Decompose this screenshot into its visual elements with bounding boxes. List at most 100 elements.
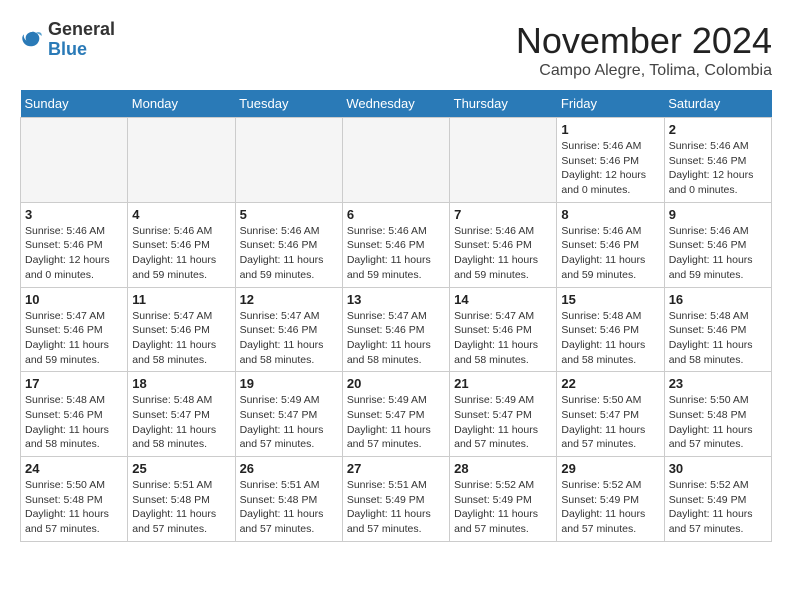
day-number: 9 bbox=[669, 207, 767, 222]
day-info: Sunrise: 5:48 AM Sunset: 5:46 PM Dayligh… bbox=[561, 309, 659, 368]
day-number: 26 bbox=[240, 461, 338, 476]
week-row-2: 3 Sunrise: 5:46 AM Sunset: 5:46 PM Daylig… bbox=[21, 202, 772, 287]
location-subtitle: Campo Alegre, Tolima, Colombia bbox=[516, 62, 772, 80]
day-info: Sunrise: 5:49 AM Sunset: 5:47 PM Dayligh… bbox=[454, 393, 552, 452]
day-info: Sunrise: 5:46 AM Sunset: 5:46 PM Dayligh… bbox=[669, 139, 767, 198]
calendar-cell: 1 Sunrise: 5:46 AM Sunset: 5:46 PM Daylig… bbox=[557, 118, 664, 203]
day-number: 7 bbox=[454, 207, 552, 222]
week-row-4: 17 Sunrise: 5:48 AM Sunset: 5:46 PM Dayli… bbox=[21, 372, 772, 457]
month-title: November 2024 bbox=[516, 20, 772, 62]
day-info: Sunrise: 5:46 AM Sunset: 5:46 PM Dayligh… bbox=[240, 224, 338, 283]
calendar-cell bbox=[235, 118, 342, 203]
calendar-cell: 3 Sunrise: 5:46 AM Sunset: 5:46 PM Daylig… bbox=[21, 202, 128, 287]
day-info: Sunrise: 5:46 AM Sunset: 5:46 PM Dayligh… bbox=[669, 224, 767, 283]
day-number: 24 bbox=[25, 461, 123, 476]
weekday-header-wednesday: Wednesday bbox=[342, 90, 449, 118]
day-info: Sunrise: 5:48 AM Sunset: 5:46 PM Dayligh… bbox=[25, 393, 123, 452]
day-info: Sunrise: 5:46 AM Sunset: 5:46 PM Dayligh… bbox=[25, 224, 123, 283]
day-number: 1 bbox=[561, 122, 659, 137]
weekday-header-saturday: Saturday bbox=[664, 90, 771, 118]
logo: General Blue bbox=[20, 20, 115, 60]
day-number: 30 bbox=[669, 461, 767, 476]
day-number: 6 bbox=[347, 207, 445, 222]
day-info: Sunrise: 5:47 AM Sunset: 5:46 PM Dayligh… bbox=[454, 309, 552, 368]
day-info: Sunrise: 5:46 AM Sunset: 5:46 PM Dayligh… bbox=[347, 224, 445, 283]
day-number: 4 bbox=[132, 207, 230, 222]
day-number: 14 bbox=[454, 292, 552, 307]
calendar-cell: 21 Sunrise: 5:49 AM Sunset: 5:47 PM Dayli… bbox=[450, 372, 557, 457]
day-info: Sunrise: 5:52 AM Sunset: 5:49 PM Dayligh… bbox=[454, 478, 552, 537]
calendar-cell: 4 Sunrise: 5:46 AM Sunset: 5:46 PM Daylig… bbox=[128, 202, 235, 287]
calendar-cell: 7 Sunrise: 5:46 AM Sunset: 5:46 PM Daylig… bbox=[450, 202, 557, 287]
week-row-5: 24 Sunrise: 5:50 AM Sunset: 5:48 PM Dayli… bbox=[21, 457, 772, 542]
calendar-cell bbox=[450, 118, 557, 203]
calendar-table: SundayMondayTuesdayWednesdayThursdayFrid… bbox=[20, 90, 772, 542]
day-number: 25 bbox=[132, 461, 230, 476]
day-number: 21 bbox=[454, 376, 552, 391]
day-number: 2 bbox=[669, 122, 767, 137]
calendar-cell bbox=[342, 118, 449, 203]
calendar-cell: 2 Sunrise: 5:46 AM Sunset: 5:46 PM Daylig… bbox=[664, 118, 771, 203]
calendar-cell: 28 Sunrise: 5:52 AM Sunset: 5:49 PM Dayli… bbox=[450, 457, 557, 542]
day-info: Sunrise: 5:46 AM Sunset: 5:46 PM Dayligh… bbox=[561, 139, 659, 198]
logo-general: General bbox=[48, 20, 115, 40]
calendar-cell: 5 Sunrise: 5:46 AM Sunset: 5:46 PM Daylig… bbox=[235, 202, 342, 287]
calendar-cell: 26 Sunrise: 5:51 AM Sunset: 5:48 PM Dayli… bbox=[235, 457, 342, 542]
day-info: Sunrise: 5:51 AM Sunset: 5:48 PM Dayligh… bbox=[132, 478, 230, 537]
day-number: 18 bbox=[132, 376, 230, 391]
day-info: Sunrise: 5:50 AM Sunset: 5:48 PM Dayligh… bbox=[25, 478, 123, 537]
day-number: 3 bbox=[25, 207, 123, 222]
calendar-cell: 29Sunrise: 5:52 AM Sunset: 5:49 PM Dayli… bbox=[557, 457, 664, 542]
weekday-header-thursday: Thursday bbox=[450, 90, 557, 118]
weekday-header-monday: Monday bbox=[128, 90, 235, 118]
day-number: 5 bbox=[240, 207, 338, 222]
day-info: Sunrise: 5:51 AM Sunset: 5:49 PM Dayligh… bbox=[347, 478, 445, 537]
day-number: 22 bbox=[561, 376, 659, 391]
calendar-cell: 10Sunrise: 5:47 AM Sunset: 5:46 PM Dayli… bbox=[21, 287, 128, 372]
calendar-cell: 17 Sunrise: 5:48 AM Sunset: 5:46 PM Dayli… bbox=[21, 372, 128, 457]
title-section: November 2024 Campo Alegre, Tolima, Colo… bbox=[516, 20, 772, 80]
day-info: Sunrise: 5:48 AM Sunset: 5:46 PM Dayligh… bbox=[669, 309, 767, 368]
day-number: 17 bbox=[25, 376, 123, 391]
day-info: Sunrise: 5:49 AM Sunset: 5:47 PM Dayligh… bbox=[240, 393, 338, 452]
day-info: Sunrise: 5:51 AM Sunset: 5:48 PM Dayligh… bbox=[240, 478, 338, 537]
day-number: 16 bbox=[669, 292, 767, 307]
calendar-cell: 11Sunrise: 5:47 AM Sunset: 5:46 PM Dayli… bbox=[128, 287, 235, 372]
day-info: Sunrise: 5:46 AM Sunset: 5:46 PM Dayligh… bbox=[132, 224, 230, 283]
day-info: Sunrise: 5:46 AM Sunset: 5:46 PM Dayligh… bbox=[454, 224, 552, 283]
logo-text: General Blue bbox=[48, 20, 115, 60]
day-info: Sunrise: 5:52 AM Sunset: 5:49 PM Dayligh… bbox=[561, 478, 659, 537]
day-number: 13 bbox=[347, 292, 445, 307]
logo-blue: Blue bbox=[48, 40, 115, 60]
weekday-header-friday: Friday bbox=[557, 90, 664, 118]
weekday-header-tuesday: Tuesday bbox=[235, 90, 342, 118]
day-info: Sunrise: 5:47 AM Sunset: 5:46 PM Dayligh… bbox=[240, 309, 338, 368]
day-info: Sunrise: 5:50 AM Sunset: 5:48 PM Dayligh… bbox=[669, 393, 767, 452]
header: General Blue November 2024 Campo Alegre,… bbox=[20, 20, 772, 80]
calendar-cell: 30 Sunrise: 5:52 AM Sunset: 5:49 PM Dayli… bbox=[664, 457, 771, 542]
day-number: 11 bbox=[132, 292, 230, 307]
calendar-cell: 16 Sunrise: 5:48 AM Sunset: 5:46 PM Dayli… bbox=[664, 287, 771, 372]
day-info: Sunrise: 5:47 AM Sunset: 5:46 PM Dayligh… bbox=[347, 309, 445, 368]
weekday-header-sunday: Sunday bbox=[21, 90, 128, 118]
day-number: 28 bbox=[454, 461, 552, 476]
calendar-cell: 18 Sunrise: 5:48 AM Sunset: 5:47 PM Dayli… bbox=[128, 372, 235, 457]
calendar-cell: 8 Sunrise: 5:46 AM Sunset: 5:46 PM Daylig… bbox=[557, 202, 664, 287]
calendar-cell: 15Sunrise: 5:48 AM Sunset: 5:46 PM Dayli… bbox=[557, 287, 664, 372]
day-info: Sunrise: 5:46 AM Sunset: 5:46 PM Dayligh… bbox=[561, 224, 659, 283]
day-info: Sunrise: 5:49 AM Sunset: 5:47 PM Dayligh… bbox=[347, 393, 445, 452]
day-number: 8 bbox=[561, 207, 659, 222]
day-info: Sunrise: 5:48 AM Sunset: 5:47 PM Dayligh… bbox=[132, 393, 230, 452]
calendar-cell: 23 Sunrise: 5:50 AM Sunset: 5:48 PM Dayli… bbox=[664, 372, 771, 457]
week-row-1: 1 Sunrise: 5:46 AM Sunset: 5:46 PM Daylig… bbox=[21, 118, 772, 203]
day-number: 12 bbox=[240, 292, 338, 307]
calendar-cell: 9 Sunrise: 5:46 AM Sunset: 5:46 PM Daylig… bbox=[664, 202, 771, 287]
calendar-cell bbox=[128, 118, 235, 203]
week-row-3: 10Sunrise: 5:47 AM Sunset: 5:46 PM Dayli… bbox=[21, 287, 772, 372]
calendar-cell: 24 Sunrise: 5:50 AM Sunset: 5:48 PM Dayli… bbox=[21, 457, 128, 542]
day-info: Sunrise: 5:52 AM Sunset: 5:49 PM Dayligh… bbox=[669, 478, 767, 537]
day-info: Sunrise: 5:50 AM Sunset: 5:47 PM Dayligh… bbox=[561, 393, 659, 452]
weekday-header-row: SundayMondayTuesdayWednesdayThursdayFrid… bbox=[21, 90, 772, 118]
calendar-cell bbox=[21, 118, 128, 203]
day-number: 23 bbox=[669, 376, 767, 391]
